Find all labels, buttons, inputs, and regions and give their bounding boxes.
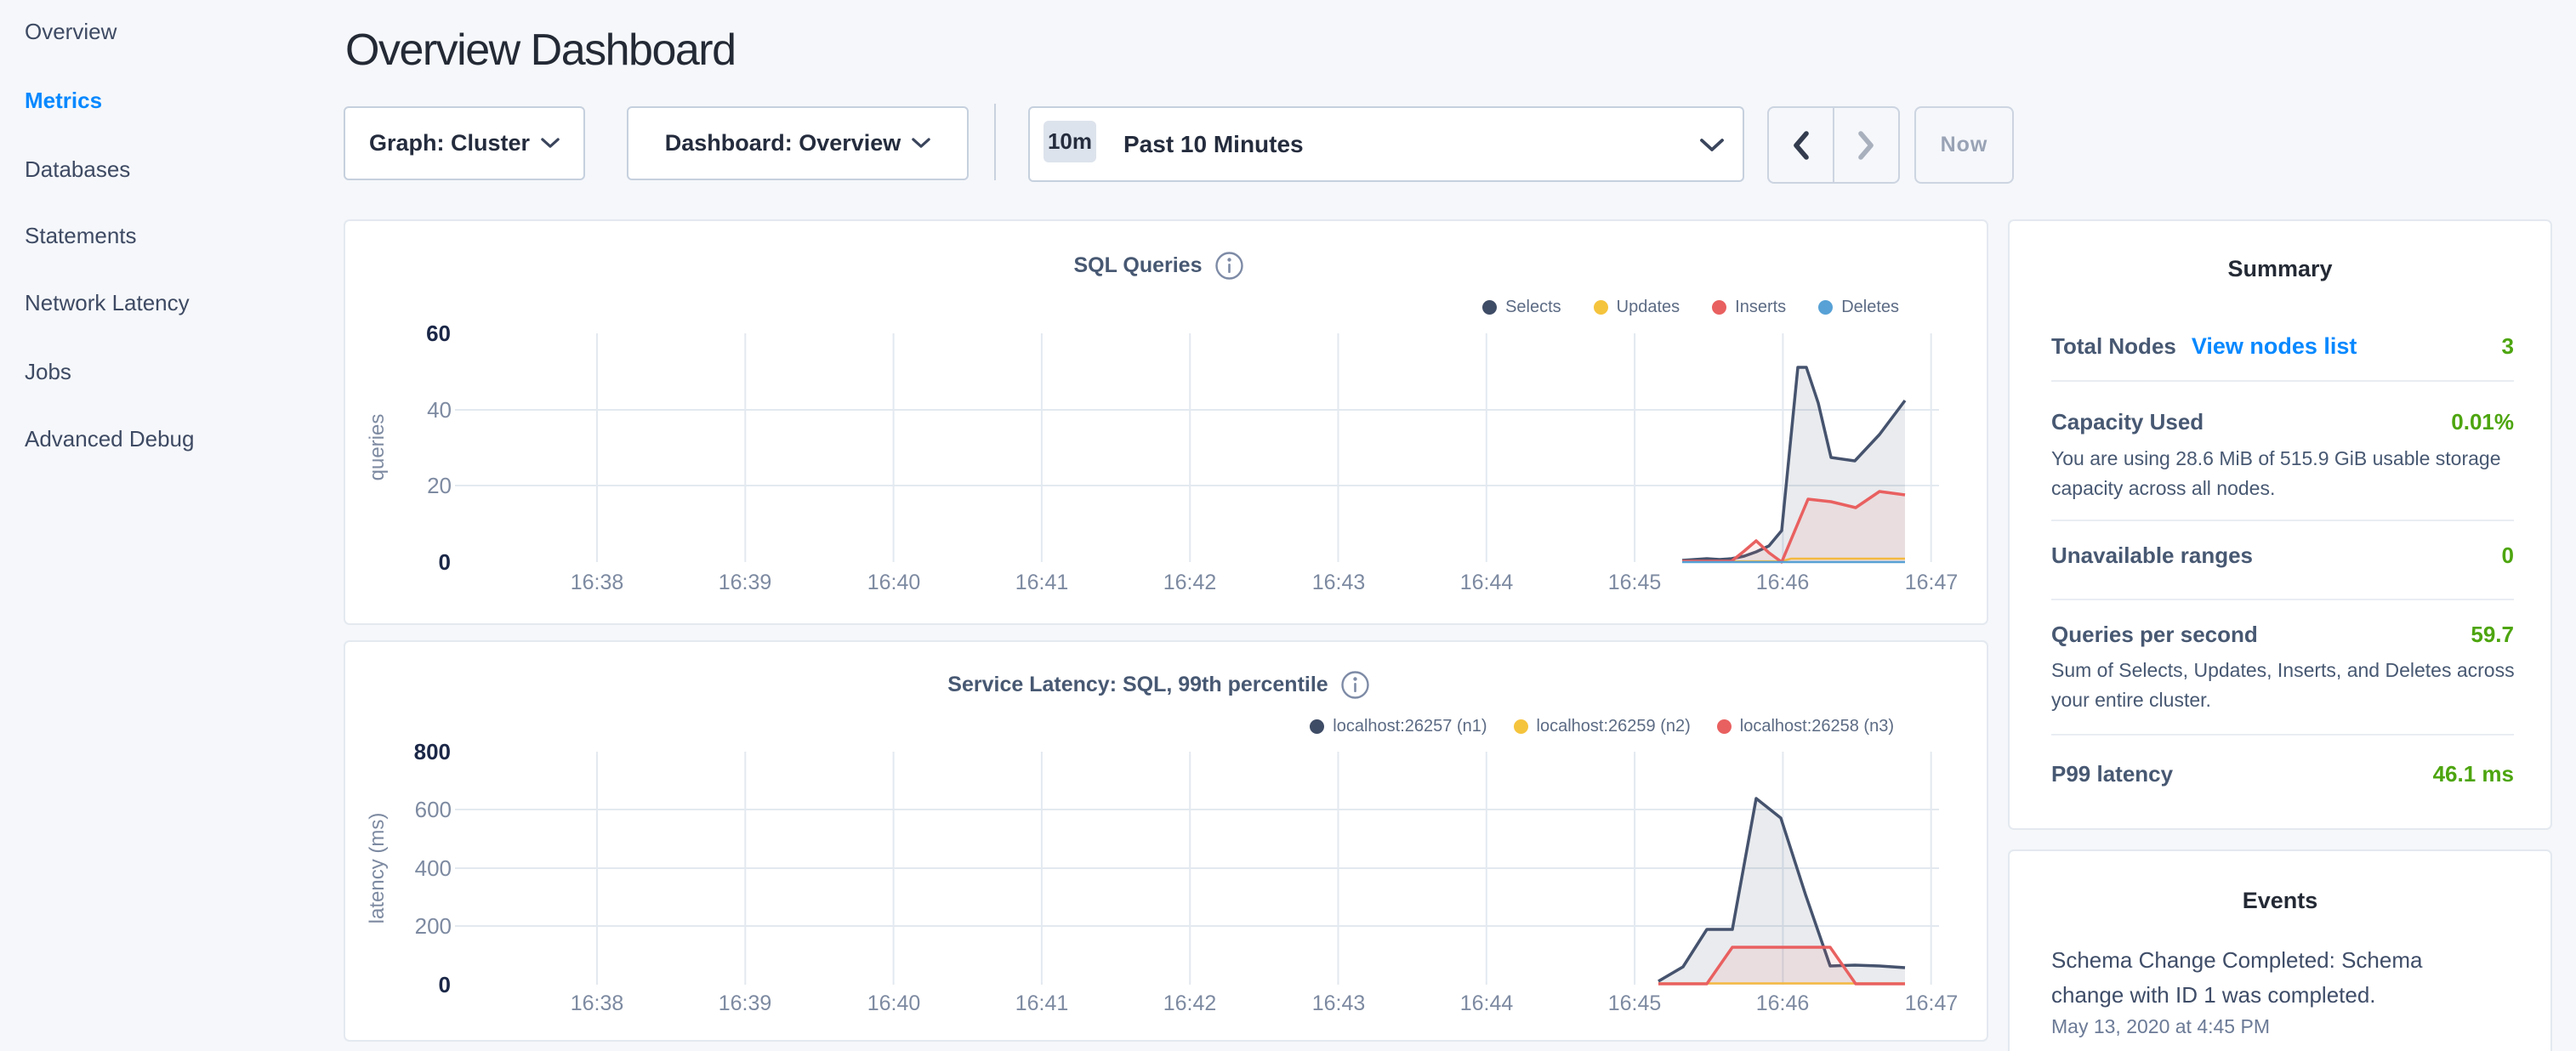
svg-text:16:42: 16:42	[1163, 571, 1217, 594]
svg-text:0: 0	[439, 549, 451, 575]
svg-text:20: 20	[427, 473, 452, 498]
svg-text:16:42: 16:42	[1163, 991, 1217, 1015]
svg-text:16:41: 16:41	[1015, 991, 1069, 1015]
svg-text:queries: queries	[366, 414, 389, 481]
svg-text:16:38: 16:38	[571, 991, 624, 1015]
svg-text:800: 800	[414, 739, 451, 764]
svg-text:16:44: 16:44	[1460, 571, 1514, 594]
svg-text:16:38: 16:38	[571, 571, 624, 594]
svg-text:16:39: 16:39	[719, 991, 772, 1015]
svg-text:16:46: 16:46	[1756, 571, 1810, 594]
svg-text:40: 40	[427, 397, 452, 423]
svg-text:16:44: 16:44	[1460, 991, 1514, 1015]
svg-text:200: 200	[415, 913, 452, 939]
svg-text:0: 0	[439, 972, 451, 997]
svg-text:16:46: 16:46	[1756, 991, 1810, 1015]
svg-text:latency (ms): latency (ms)	[366, 813, 389, 924]
svg-text:16:45: 16:45	[1608, 991, 1662, 1015]
svg-text:16:47: 16:47	[1905, 991, 1959, 1015]
svg-text:60: 60	[426, 321, 451, 346]
svg-text:16:43: 16:43	[1312, 991, 1366, 1015]
svg-text:16:40: 16:40	[867, 991, 921, 1015]
svg-text:400: 400	[415, 855, 452, 881]
svg-text:16:45: 16:45	[1608, 571, 1662, 594]
svg-text:16:43: 16:43	[1312, 571, 1366, 594]
svg-text:16:41: 16:41	[1015, 571, 1069, 594]
svg-text:16:39: 16:39	[719, 571, 772, 594]
svg-text:16:40: 16:40	[867, 571, 921, 594]
svg-text:16:47: 16:47	[1905, 571, 1959, 594]
svg-text:600: 600	[415, 797, 452, 822]
